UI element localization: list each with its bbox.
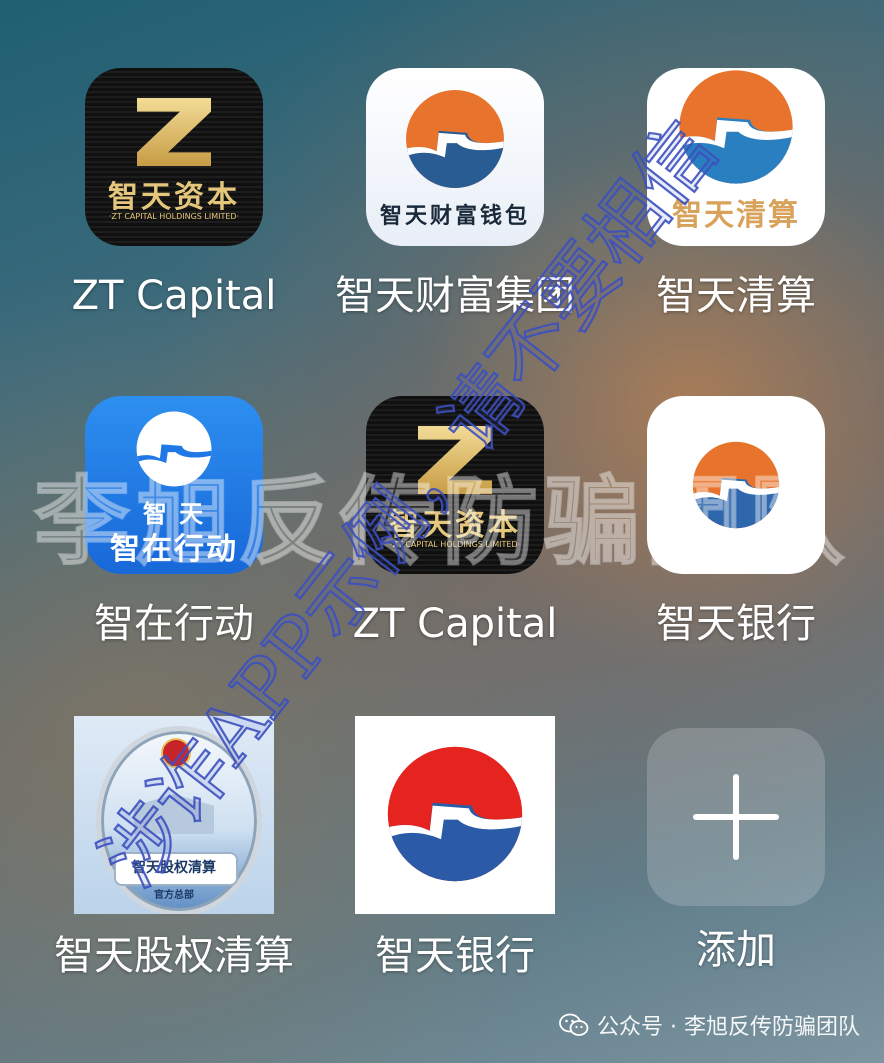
xingdong-text-2: 智在行动 xyxy=(110,532,238,567)
wealth-logo-icon xyxy=(406,90,504,188)
footer-text: 公众号 · 李旭反传防骗团队 xyxy=(597,1015,860,1040)
bank-logo-icon xyxy=(692,441,780,529)
wechat-icon xyxy=(559,1013,589,1036)
zt-logo-en: ·ZT CAPITAL HOLDINGS LIMITED· xyxy=(389,540,521,549)
app-zhitian-wealth[interactable]: 智天财富钱包 智天财富集团 xyxy=(315,68,595,324)
app-zhizai-xingdong[interactable]: 智 天 智在行动 智在行动 xyxy=(34,396,314,652)
equity-badge-sub: 官方总部 xyxy=(154,890,194,901)
app-zt-capital-2[interactable]: 智天资本 ·ZT CAPITAL HOLDINGS LIMITED· ZT Ca… xyxy=(315,396,595,652)
footer-source: 公众号 · 李旭反传防骗团队 xyxy=(559,1009,860,1041)
zt-logo-cn: 智天资本 xyxy=(108,180,240,215)
zt-capital-icon[interactable]: 智天资本 ·ZT CAPITAL HOLDINGS LIMITED· xyxy=(85,68,263,246)
bank-red-logo-icon xyxy=(387,746,523,882)
app-label: 智天清算 xyxy=(656,273,816,319)
zt-logo-mark xyxy=(137,98,211,166)
app-label: 智天股权清算 xyxy=(54,933,294,979)
bank-red-icon[interactable] xyxy=(355,716,555,914)
zt-capital-icon[interactable]: 智天资本 ·ZT CAPITAL HOLDINGS LIMITED· xyxy=(366,396,544,574)
zt-logo-en: ·ZT CAPITAL HOLDINGS LIMITED· xyxy=(108,212,240,221)
zt-logo-cn: 智天资本 xyxy=(389,508,521,543)
xingdong-icon[interactable]: 智 天 智在行动 xyxy=(85,396,263,574)
equity-clearing-icon[interactable]: 智天股权清算 官方总部 xyxy=(74,716,274,914)
app-label: ZT Capital xyxy=(352,601,558,647)
app-label: 添加 xyxy=(696,927,776,973)
app-zt-capital-1[interactable]: 智天资本 ·ZT CAPITAL HOLDINGS LIMITED· ZT Ca… xyxy=(34,68,314,324)
plus-icon xyxy=(693,774,779,860)
clearing-icon[interactable]: 智天清算 xyxy=(647,68,825,246)
app-label: ZT Capital xyxy=(71,273,277,319)
app-add[interactable]: 添加 xyxy=(596,716,876,978)
bank-icon[interactable] xyxy=(647,396,825,574)
app-zhitian-bank-2[interactable]: 智天银行 xyxy=(315,716,595,984)
app-label: 智天银行 xyxy=(656,601,816,647)
app-equity-clearing[interactable]: 智天股权清算 官方总部 智天股权清算 xyxy=(34,716,314,984)
app-zhitian-bank-1[interactable]: 智天银行 xyxy=(596,396,876,652)
app-zhitian-clearing[interactable]: 智天清算 智天清算 xyxy=(596,68,876,324)
app-label: 智在行动 xyxy=(94,601,254,647)
clearing-text: 智天清算 xyxy=(672,198,800,233)
equity-badge-text: 智天股权清算 xyxy=(132,860,216,876)
clearing-logo-icon xyxy=(679,70,793,184)
emblem-icon xyxy=(161,738,191,768)
xingdong-logo-icon xyxy=(136,411,212,487)
app-label: 智天财富集团 xyxy=(335,273,575,319)
app-label: 智天银行 xyxy=(375,933,535,979)
zt-logo-mark xyxy=(418,426,492,494)
add-tile[interactable] xyxy=(647,728,825,906)
wealth-wallet-icon[interactable]: 智天财富钱包 xyxy=(366,68,544,246)
wealth-wallet-text: 智天财富钱包 xyxy=(379,203,530,229)
